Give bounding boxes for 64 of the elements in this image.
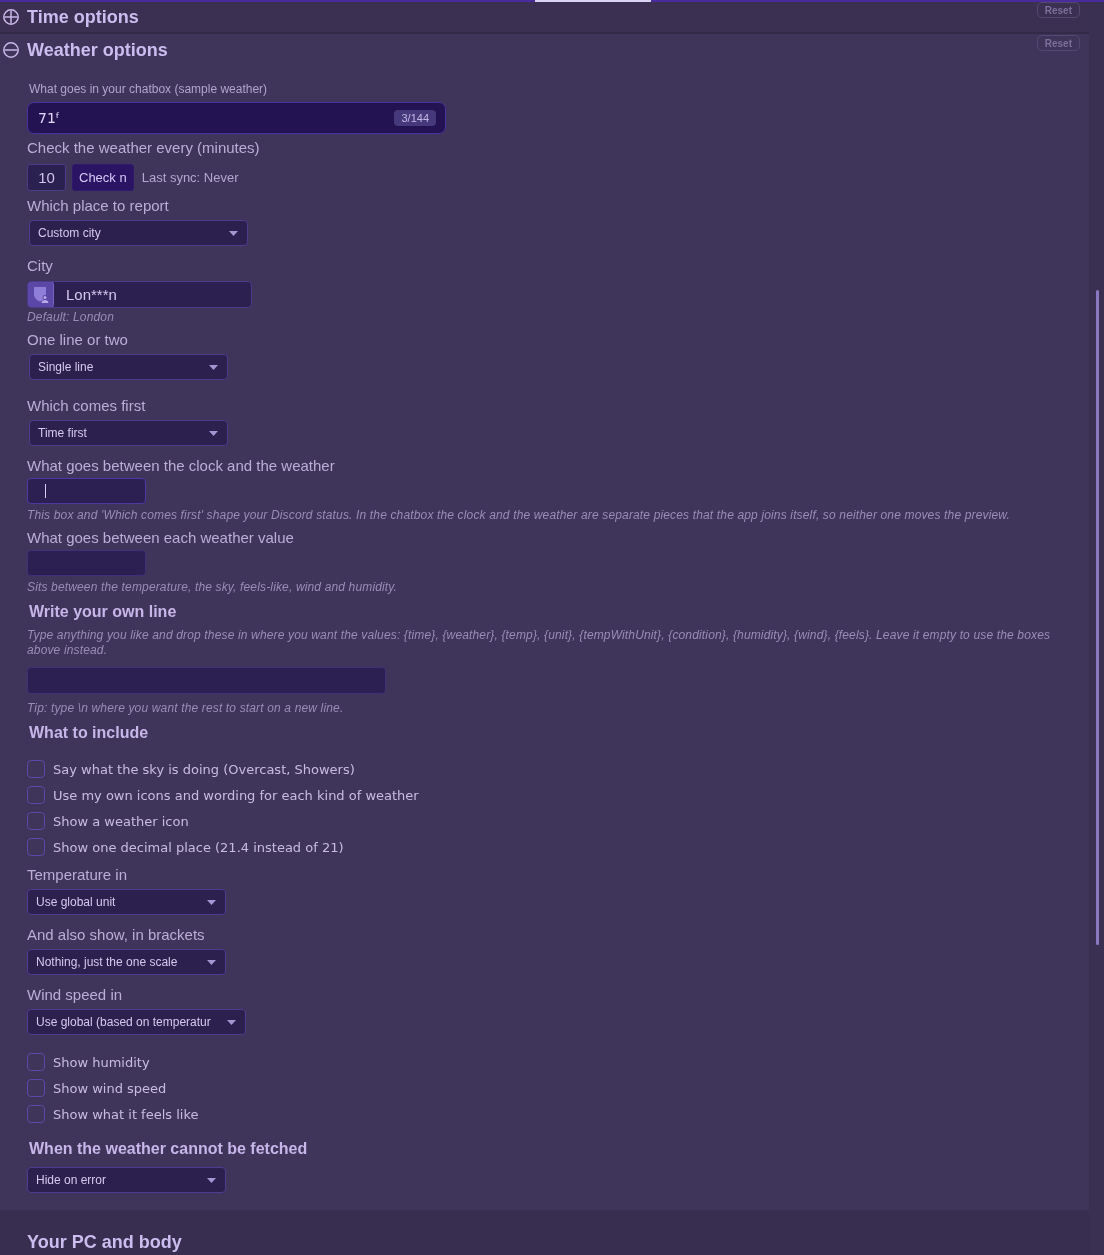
group-heading: Write your own line	[28, 603, 178, 621]
dropdown[interactable]: Hide on error	[27, 1167, 226, 1193]
hint-text: Default: London	[27, 311, 115, 324]
field-label: And also show, in brackets	[27, 927, 206, 943]
field-label: Which comes first	[27, 398, 147, 414]
field-label: Check the weather every (minutes)	[27, 140, 261, 156]
text-field[interactable]: 71ᶠ 3/144	[27, 102, 446, 134]
hint-text: Sits between the temperature, the sky, feels-like, wind and humidity.	[27, 581, 399, 594]
field-label: Wind speed in	[27, 987, 124, 1003]
caret-icon	[207, 899, 216, 905]
field-label: Which place to report	[27, 198, 170, 214]
scrollbar-thumb[interactable]	[1096, 290, 1099, 945]
text-cursor-icon	[45, 484, 46, 498]
dropdown[interactable]: Single line	[29, 354, 228, 380]
field-label: City	[27, 258, 54, 274]
checkbox[interactable]	[27, 838, 45, 856]
text-field[interactable]	[27, 550, 146, 576]
checkbox-label: Use my own icons and wording for each kind of weather	[53, 787, 419, 803]
city-field[interactable]: Lon***n	[27, 281, 252, 308]
field-label: What goes between each weather value	[27, 530, 295, 546]
caret-icon	[209, 430, 218, 436]
section-title[interactable]: Weather options	[27, 39, 168, 61]
checkbox-label: Say what the sky is doing (Overcast, Showers)	[53, 761, 355, 777]
section-title[interactable]: Time options	[27, 6, 139, 28]
checkbox-label: Show a weather icon	[53, 813, 189, 829]
field-label: What goes in your chatbox (sample weather)	[28, 82, 269, 96]
text-field[interactable]	[27, 667, 386, 694]
checkbox[interactable]	[27, 786, 45, 804]
shield-user-icon	[28, 282, 54, 307]
field-label: Temperature in	[27, 867, 129, 883]
hint-text: Tip: type \n where you want the rest to start on a new line.	[27, 702, 345, 715]
field-label: One line or two	[27, 332, 129, 348]
sync-status: Last sync: Never	[141, 170, 239, 185]
section-title[interactable]: Your PC and body	[27, 1231, 182, 1253]
caret-icon	[207, 959, 216, 965]
hint-text: This box and 'Which comes first' shape your Discord status. In the chatbox the clock and the weather are separate pieces that the app joins itself, so neither one moves the preview.	[27, 509, 1011, 522]
minus-circle-icon[interactable]	[3, 42, 19, 58]
dropdown[interactable]: Time first	[29, 420, 228, 446]
checkbox-label: Show what it feels like	[53, 1106, 199, 1122]
group-heading: What to include	[28, 724, 150, 742]
checkbox-label: Show wind speed	[53, 1080, 167, 1096]
checkbox[interactable]	[27, 760, 45, 778]
group-heading: When the weather cannot be fetched	[28, 1140, 309, 1158]
checkbox-label: Show humidity	[53, 1054, 150, 1070]
dropdown[interactable]: Use global (based on temperatur	[27, 1009, 246, 1035]
caret-icon	[209, 364, 218, 370]
dropdown[interactable]: Custom city	[29, 220, 248, 246]
checkbox[interactable]	[27, 1053, 45, 1071]
dropdown[interactable]: Use global unit	[27, 889, 226, 915]
caret-icon	[227, 1019, 236, 1025]
caret-icon	[207, 1177, 216, 1183]
field-label: What goes between the clock and the weather	[27, 458, 336, 474]
text-field[interactable]	[27, 478, 146, 504]
plus-circle-icon[interactable]	[3, 9, 19, 25]
caret-icon	[229, 230, 238, 236]
character-counter: 3/144	[394, 110, 436, 126]
checkbox[interactable]	[27, 812, 45, 830]
dropdown[interactable]: Nothing, just the one scale	[27, 949, 226, 975]
number-field[interactable]: 10	[27, 164, 66, 191]
checkbox-label: Show one decimal place (21.4 instead of 21)	[53, 839, 344, 855]
checkbox[interactable]	[27, 1079, 45, 1097]
check-button[interactable]: Check n	[72, 164, 134, 191]
checkbox[interactable]	[27, 1105, 45, 1123]
help-text: Type anything you like and drop these in where you want the values: {time}, {weather}, {temp}, {unit}, {tempWithUnit}, {condition}, {humidity}, {wind}, {feels}. Leave it empty to use the boxes above instead.	[27, 628, 1052, 658]
